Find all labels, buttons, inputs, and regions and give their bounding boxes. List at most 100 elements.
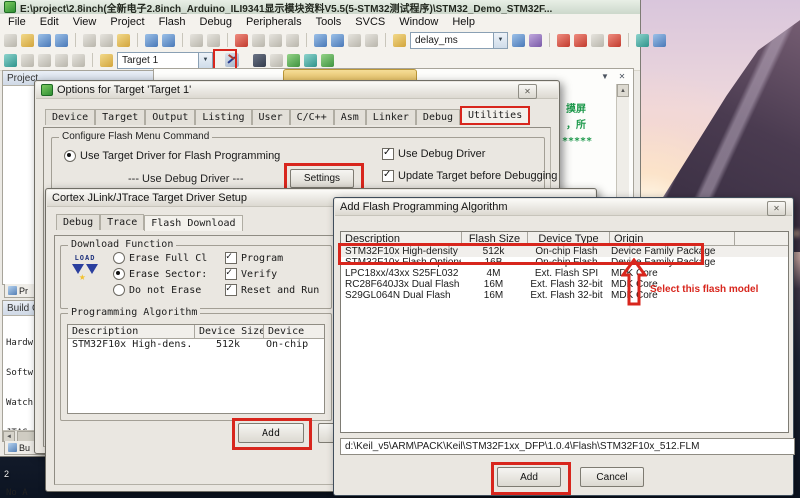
use-target-driver-radio[interactable]: Use Target Driver for Flash Programming: [64, 150, 280, 162]
toggle-breakpoint-icon[interactable]: [574, 34, 587, 47]
kill-breakpoints-icon[interactable]: [608, 34, 621, 47]
open-file-icon[interactable]: [21, 34, 34, 47]
build-icon[interactable]: [270, 54, 283, 67]
menu-view[interactable]: View: [73, 16, 97, 28]
dock-close-icon[interactable]: ✕: [615, 70, 629, 82]
table-row-selected[interactable]: STM32F10x High-density ... 512k On-chip …: [341, 246, 788, 257]
verify-checkbox[interactable]: Verify: [225, 268, 277, 280]
tab-user[interactable]: User: [252, 109, 290, 125]
checkbox-icon[interactable]: [225, 284, 237, 296]
serial-window-icon[interactable]: [72, 54, 85, 67]
window-layout-icon[interactable]: [636, 34, 649, 47]
copy-icon[interactable]: [100, 34, 113, 47]
load-application-icon[interactable]: [100, 54, 113, 67]
save-all-icon[interactable]: [55, 34, 68, 47]
cut-icon[interactable]: [83, 34, 96, 47]
options-dialog-titlebar[interactable]: Options for Target 'Target 1': [36, 82, 558, 99]
next-bookmark-icon[interactable]: [269, 34, 282, 47]
menu-debug[interactable]: Debug: [200, 16, 232, 28]
radio-icon[interactable]: [113, 268, 125, 280]
options-for-target-icon[interactable]: [225, 53, 239, 67]
options-close-button[interactable]: [518, 84, 537, 99]
tab-asm[interactable]: Asm: [334, 109, 366, 125]
symbols-window-icon[interactable]: [55, 54, 68, 67]
undo-icon[interactable]: [145, 34, 158, 47]
indent-icon[interactable]: [314, 34, 327, 47]
search-combo[interactable]: delay_ms: [410, 32, 508, 49]
radio-icon[interactable]: [64, 150, 76, 162]
tab-listing[interactable]: Listing: [195, 109, 251, 125]
table-row[interactable]: LPC18xx/43xx S25FL032 ... 4M Ext. Flash …: [341, 268, 788, 279]
tab-device[interactable]: Device: [45, 109, 95, 125]
dock-menu-icon[interactable]: ▼: [598, 70, 612, 82]
tab-flash-download[interactable]: Flash Download: [144, 215, 242, 231]
tab-cpp[interactable]: C/C++: [290, 109, 334, 125]
find-in-files-icon[interactable]: [393, 34, 406, 47]
uncomment-icon[interactable]: [365, 34, 378, 47]
chevron-down-icon[interactable]: [493, 33, 507, 48]
menu-svcs[interactable]: SVCS: [355, 16, 385, 28]
redo-icon[interactable]: [162, 34, 175, 47]
breakpoint-icon[interactable]: [557, 34, 570, 47]
checkbox-icon[interactable]: [225, 268, 237, 280]
target-select-combo[interactable]: Target 1: [117, 52, 213, 69]
menu-project[interactable]: Project: [110, 16, 144, 28]
table-row[interactable]: STM32F10x High-dens... 512k On-chip: [68, 339, 324, 350]
col-description[interactable]: Description: [68, 325, 195, 338]
clear-bookmarks-icon[interactable]: [286, 34, 299, 47]
menu-flash[interactable]: Flash: [159, 16, 186, 28]
menu-window[interactable]: Window: [399, 16, 438, 28]
checkbox-icon[interactable]: [382, 148, 394, 160]
checkbox-icon[interactable]: [382, 170, 394, 182]
outdent-icon[interactable]: [331, 34, 344, 47]
add-dialog-titlebar[interactable]: Add Flash Programming Algorithm: [335, 199, 792, 216]
menu-tools[interactable]: Tools: [316, 16, 342, 28]
do-not-erase-radio[interactable]: Do not Erase: [113, 284, 201, 296]
col-device-type[interactable]: Device Type: [528, 232, 610, 245]
scroll-up-icon[interactable]: ▲: [617, 84, 629, 97]
settings-button[interactable]: Settings: [290, 169, 354, 188]
col-device-size[interactable]: Device Size: [195, 325, 264, 338]
col-origin[interactable]: Origin: [610, 232, 735, 245]
radio-icon[interactable]: [113, 284, 125, 296]
new-file-icon[interactable]: [4, 34, 17, 47]
erase-full-chip-radio[interactable]: Erase Full Cl: [113, 252, 207, 264]
reset-and-run-checkbox[interactable]: Reset and Run: [225, 284, 319, 296]
jlink-add-button[interactable]: Add: [238, 423, 304, 443]
tab-utilities[interactable]: Utilities: [460, 106, 530, 125]
tab-linker[interactable]: Linker: [366, 109, 416, 125]
disable-breakpoint-icon[interactable]: [591, 34, 604, 47]
bookmark-icon[interactable]: [235, 34, 248, 47]
rebuild-icon[interactable]: [304, 54, 317, 67]
tab-jlink-debug[interactable]: Debug: [56, 214, 100, 230]
program-checkbox[interactable]: Program: [225, 252, 283, 264]
add-dialog-close-button[interactable]: [767, 201, 786, 216]
cancel-button[interactable]: Cancel: [580, 467, 644, 487]
incremental-find-icon[interactable]: [529, 34, 542, 47]
menu-help[interactable]: Help: [452, 16, 475, 28]
title-bar[interactable]: E:\project\2.8inch(全新电子2.8inch_Arduino_I…: [0, 0, 640, 14]
tab-output[interactable]: Output: [145, 109, 195, 125]
add-button[interactable]: Add: [497, 467, 561, 487]
update-target-checkbox[interactable]: Update Target before Debugging: [382, 170, 557, 182]
prev-bookmark-icon[interactable]: [252, 34, 265, 47]
use-debug-driver-checkbox[interactable]: Use Debug Driver: [382, 148, 485, 160]
pack-installer-icon[interactable]: [321, 54, 334, 67]
menu-edit[interactable]: Edit: [40, 16, 59, 28]
table-row[interactable]: STM32F10x Flash Options 16B On-chip Flas…: [341, 257, 788, 268]
nav-back-icon[interactable]: [190, 34, 203, 47]
nav-forward-icon[interactable]: [207, 34, 220, 47]
configure-wrench-icon[interactable]: [653, 34, 666, 47]
disassembly-icon[interactable]: [38, 54, 51, 67]
erase-sectors-radio[interactable]: Erase Sector:: [113, 268, 207, 280]
radio-icon[interactable]: [113, 252, 125, 264]
prog-algorithm-table[interactable]: Description Device Size Device STM32F10x…: [67, 324, 325, 414]
menu-file[interactable]: File: [8, 16, 26, 28]
flash-algorithm-list[interactable]: Description Flash Size Device Type Origi…: [340, 231, 789, 433]
paste-icon[interactable]: [117, 34, 130, 47]
command-window-icon[interactable]: [21, 54, 34, 67]
menu-peripherals[interactable]: Peripherals: [246, 16, 302, 28]
flash-download-icon[interactable]: [253, 54, 266, 67]
checkbox-icon[interactable]: [225, 252, 237, 264]
debug-session-icon[interactable]: [4, 54, 17, 67]
